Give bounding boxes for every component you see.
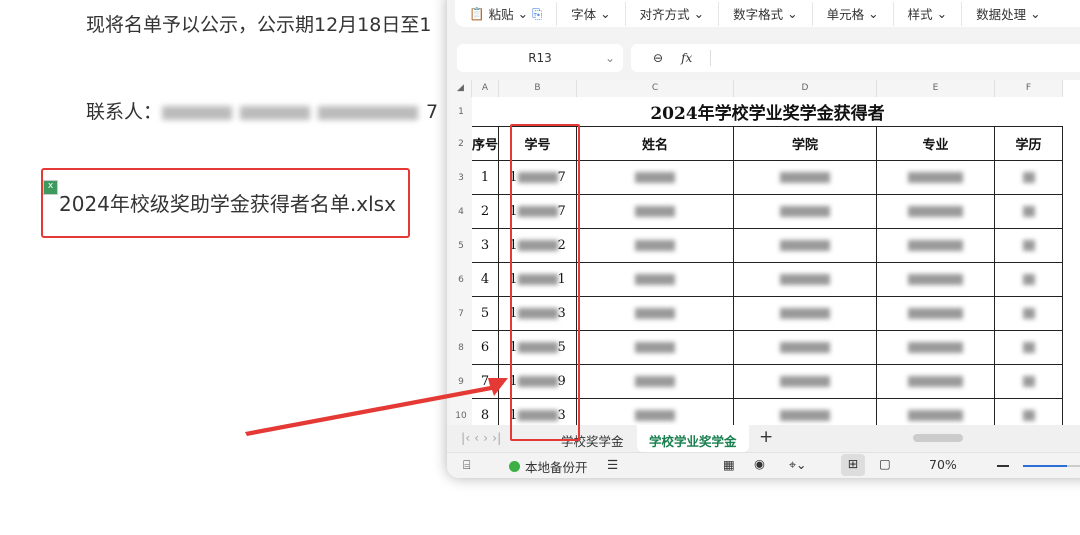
red-arrow	[245, 378, 508, 436]
